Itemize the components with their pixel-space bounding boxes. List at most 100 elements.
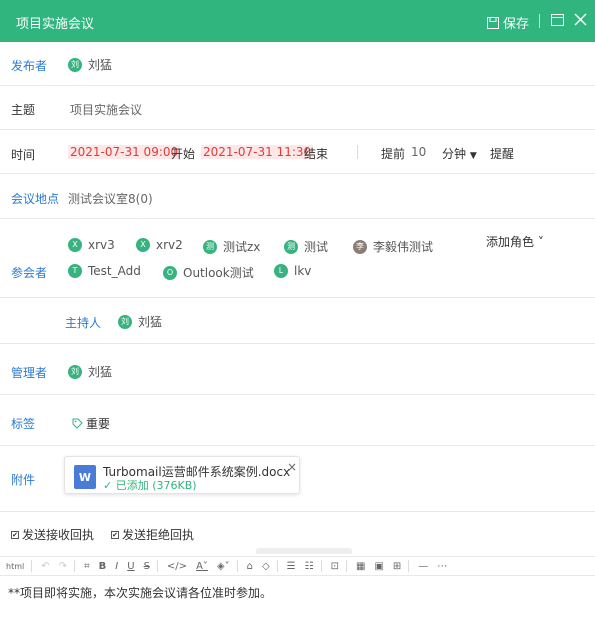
attendee-chip[interactable]: O Outlook测试 [163, 264, 254, 281]
avatar: 李 [353, 239, 367, 254]
attendee-name: xrv3 [88, 238, 115, 252]
attachment-card[interactable]: W Turbomail运营邮件系统案例.docx ✓ 已添加 (376KB) × [64, 456, 300, 494]
attendee-chip[interactable]: 测测试 [284, 238, 328, 255]
publisher-row: 发布者 刘 刘猛 [0, 42, 595, 86]
location-input[interactable]: 测试会议室8(0) [68, 190, 153, 207]
end-time-field[interactable]: 2021-07-31 11:30 [201, 145, 314, 159]
maximize-button[interactable] [551, 14, 564, 29]
bold-button[interactable]: B [99, 561, 107, 572]
attendee-chip[interactable]: Llkv [274, 264, 311, 278]
window-icon [551, 14, 564, 26]
toolbar-divider [408, 560, 410, 572]
attendee-name: 测试zx [223, 240, 261, 254]
close-button[interactable] [574, 13, 587, 29]
subject-input[interactable]: 项目实施会议 [70, 101, 142, 118]
avatar: 测 [203, 239, 217, 254]
undo-icon[interactable]: ↶ [41, 561, 49, 572]
manager-row: 管理者 刘 刘猛 [0, 344, 595, 395]
window-titlebar: 项目实施会议 保存 [0, 0, 595, 42]
host-name: 刘猛 [138, 315, 163, 329]
attendee-name: lkv [294, 264, 312, 278]
avatar: 刘 [118, 314, 132, 329]
start-time-field[interactable]: 2021-07-31 09:00 [68, 145, 181, 159]
tag-value: 重要 [86, 417, 111, 431]
avatar: O [163, 265, 177, 280]
attendee-chip[interactable]: 李李毅伟测试 [353, 238, 433, 255]
editor-content[interactable]: **项目即将实施，本次实施会议请各位准时参加。 [8, 584, 272, 601]
strikethrough-button[interactable]: S [144, 561, 150, 572]
avatar: 测 [284, 239, 298, 254]
start-word: 开始 [171, 147, 196, 161]
italic-button[interactable]: I [115, 561, 118, 572]
attendee-name: Outlook测试 [183, 266, 254, 280]
unordered-list-icon[interactable]: ☷ [305, 561, 314, 572]
html-source-button[interactable]: html [6, 562, 24, 571]
remove-attachment-button[interactable]: × [287, 460, 297, 474]
time-row: 时间 2021-07-31 09:00 开始 2021-07-31 11:30 … [0, 130, 595, 174]
eraser-icon[interactable]: ◇ [262, 561, 270, 572]
media-icon[interactable]: ⊞ [393, 561, 401, 572]
format-painter-icon[interactable]: ⌗ [84, 561, 90, 572]
attendee-chip[interactable]: Xxrv2 [136, 238, 183, 252]
code-icon[interactable]: </> [167, 561, 187, 572]
send-reject-receipt-checkbox[interactable]: ✔ 发送拒绝回执 [111, 526, 194, 543]
chevron-down-icon: ˅ [537, 235, 544, 249]
more-icon[interactable]: ⋯ [437, 561, 447, 572]
table-icon[interactable]: ▦ [356, 561, 365, 572]
tag-item[interactable]: 重要 [72, 415, 110, 432]
attendee-chip[interactable]: T Test_Add [68, 264, 141, 278]
unit-value: 分钟 [442, 147, 467, 161]
avatar: 刘 [68, 364, 82, 379]
send-accept-receipt-checkbox[interactable]: ✔ 发送接收回执 [11, 526, 94, 543]
horizontal-rule-icon[interactable]: — [418, 561, 428, 572]
avatar: T [68, 264, 82, 278]
location-row: 会议地点 测试会议室8(0) [0, 174, 595, 219]
subject-label: 主题 [11, 103, 36, 117]
save-label: 保存 [503, 17, 530, 32]
publisher-label: 发布者 [11, 59, 48, 73]
host-row: 主持人 刘 刘猛 [0, 298, 595, 344]
avatar: L [274, 264, 288, 278]
underline-button[interactable]: U [127, 561, 134, 572]
image-icon[interactable]: ▣ [374, 561, 383, 572]
send-reject-receipt-label: 发送拒绝回执 [122, 528, 195, 542]
attachment-label: 附件 [11, 473, 36, 487]
checkbox-check-icon: ✔ [111, 530, 119, 539]
highlight-color-button[interactable]: ◈˅ [217, 561, 230, 572]
tags-row: 标签 重要 [0, 395, 595, 446]
select-all-icon[interactable]: ⊡ [331, 561, 339, 572]
attendee-name: 测试 [304, 240, 329, 254]
avatar: X [136, 238, 150, 252]
manager-label: 管理者 [11, 366, 48, 380]
save-button[interactable]: 保存 [487, 13, 529, 32]
attendee-name: xrv2 [156, 238, 183, 252]
paste-icon[interactable]: ⌂ [247, 561, 253, 572]
manager-chip[interactable]: 刘 刘猛 [68, 363, 112, 380]
close-icon [574, 13, 587, 26]
attendee-chip[interactable]: Xxrv3 [68, 238, 115, 252]
time-divider [357, 145, 358, 159]
avatar: X [68, 238, 82, 252]
attachment-status: ✓ 已添加 (376KB) [103, 479, 197, 492]
ordered-list-icon[interactable]: ☰ [287, 561, 296, 572]
editor-toolbar: html ↶ ↷ ⌗ B I U S </> A˅ ◈˅ ⌂ ◇ ☰ ☷ ⊡ ▦… [0, 556, 595, 576]
save-icon [487, 16, 499, 29]
window-title: 项目实施会议 [16, 17, 95, 32]
manager-name: 刘猛 [88, 365, 113, 379]
publisher-name: 刘猛 [88, 58, 113, 72]
send-accept-receipt-label: 发送接收回执 [22, 528, 95, 542]
redo-icon[interactable]: ↷ [59, 561, 67, 572]
splitter-handle[interactable] [256, 548, 352, 554]
add-role-label: 添加角色 [486, 235, 535, 249]
add-role-button[interactable]: 添加角色 ˅ [486, 233, 544, 250]
attendee-chip[interactable]: 测测试zx [203, 238, 260, 255]
publisher-chip[interactable]: 刘 刘猛 [68, 56, 112, 73]
host-chip[interactable]: 刘 刘猛 [118, 313, 162, 330]
toolbar-divider [276, 560, 278, 572]
subject-row: 主题 项目实施会议 [0, 86, 595, 130]
end-word: 结束 [304, 147, 329, 161]
chevron-down-icon: ▼ [469, 151, 477, 161]
advance-input[interactable]: 10 [411, 145, 426, 159]
font-color-button[interactable]: A˅ [196, 561, 208, 572]
unit-select[interactable]: 分钟 ▼ [442, 145, 477, 162]
